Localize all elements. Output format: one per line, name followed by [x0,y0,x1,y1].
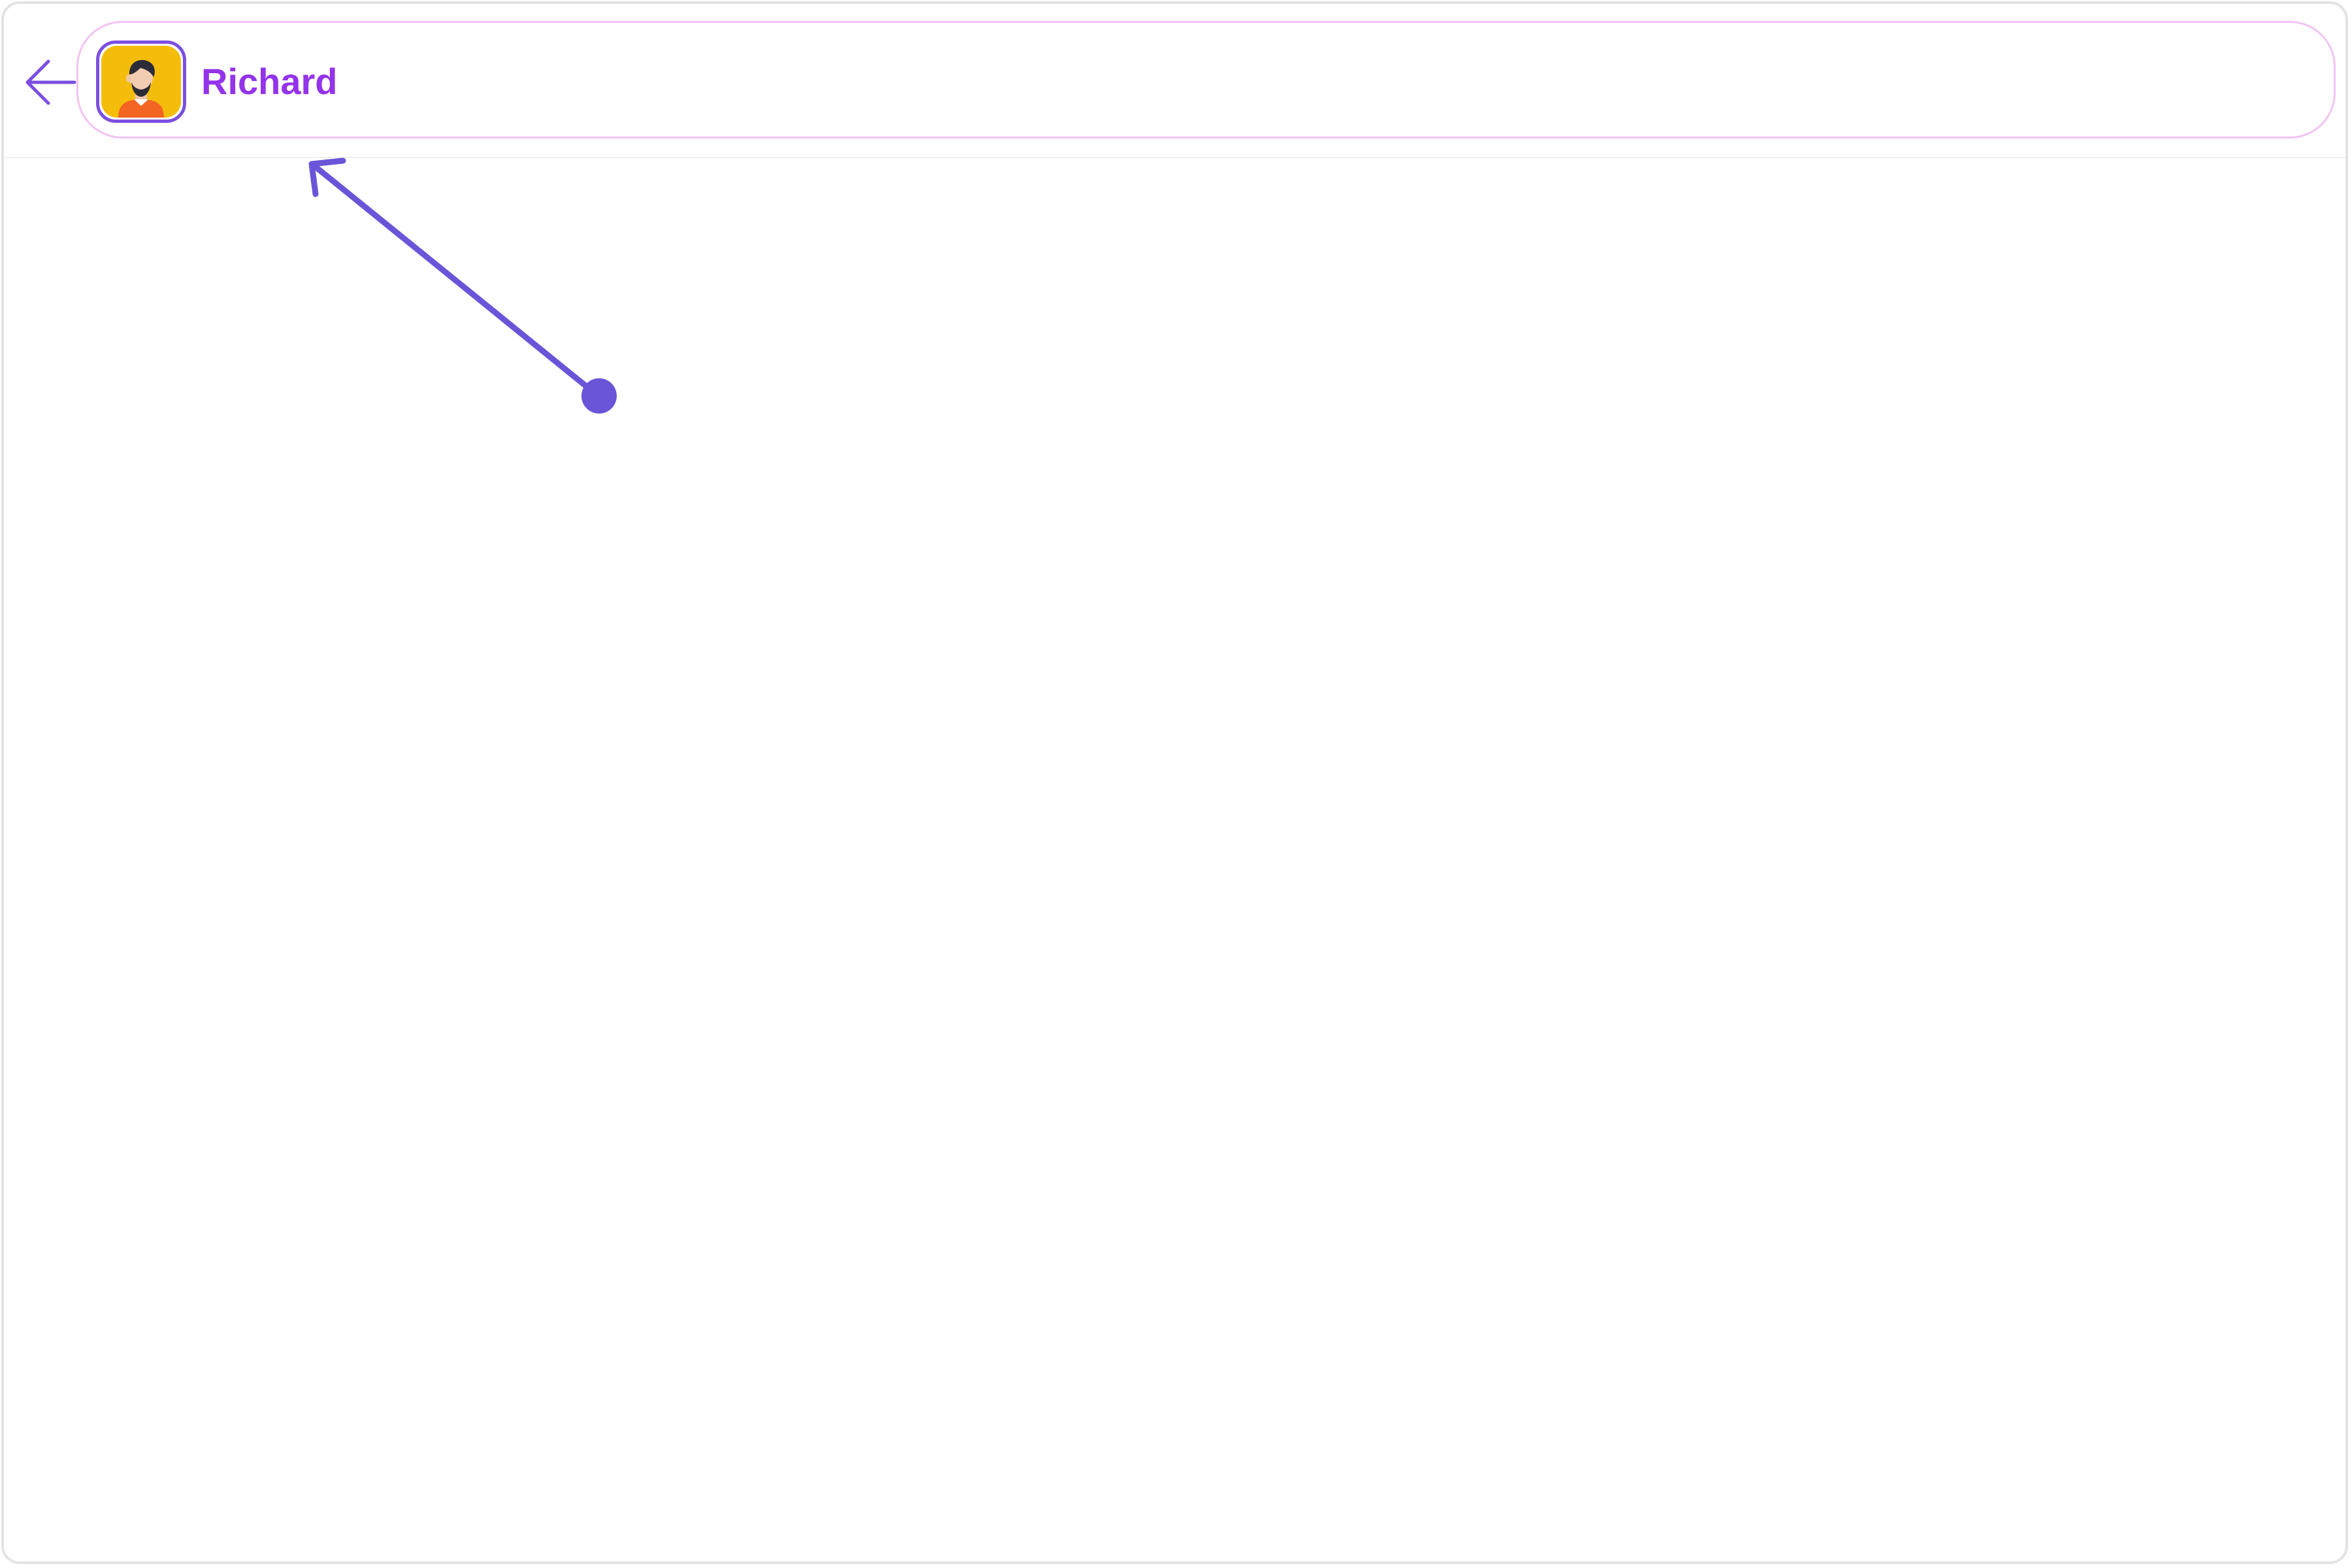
user-header-pill: Richard [76,21,2336,139]
user-name[interactable]: Richard [201,61,338,103]
user-avatar-icon [101,46,181,118]
window-frame: Richard [1,1,2348,1564]
back-arrow-icon[interactable] [22,56,80,108]
avatar[interactable] [96,41,186,123]
chat-header-bar: Richard [4,4,2345,158]
